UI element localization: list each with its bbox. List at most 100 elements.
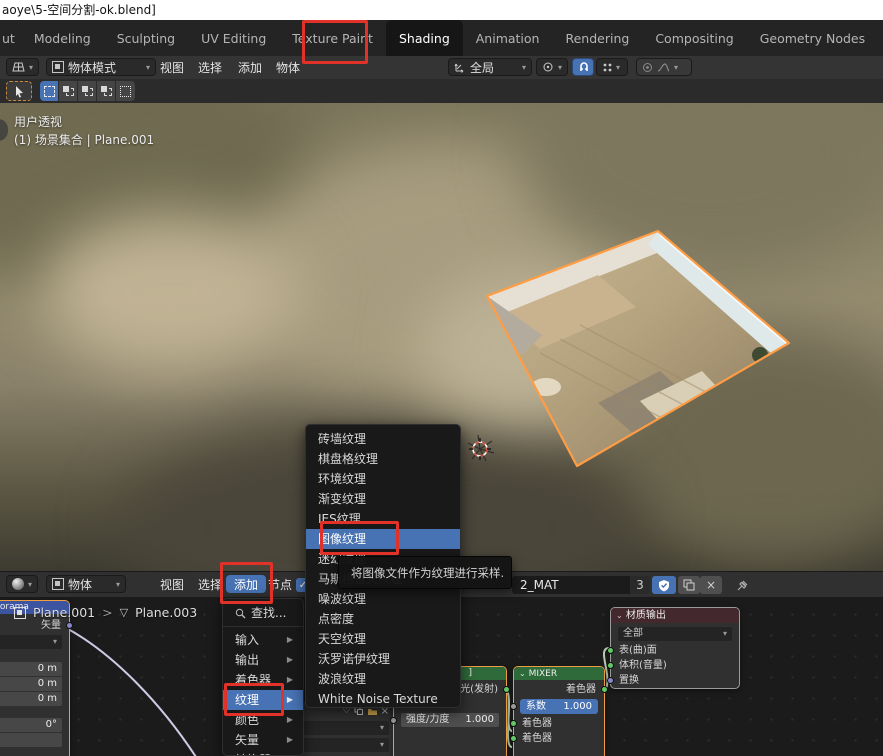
- menu-item-output[interactable]: 输出▶: [223, 650, 303, 670]
- tab-shading[interactable]: Shading: [386, 20, 463, 56]
- menu-item-image-texture[interactable]: 图像纹理: [306, 529, 460, 549]
- material-users-count[interactable]: 3: [630, 576, 650, 594]
- location-z-field[interactable]: 0 m: [0, 692, 62, 706]
- material-name-field[interactable]: 2_MAT: [512, 576, 630, 594]
- menu-item-gradient-texture[interactable]: 渐变纹理: [306, 489, 460, 509]
- unlink-material-button[interactable]: ×: [700, 576, 722, 594]
- menu-item-ies-texture[interactable]: IES纹理: [306, 509, 460, 529]
- menu-item-converter[interactable]: 转换器▶: [223, 750, 303, 756]
- shading-sphere-icon: [12, 578, 24, 590]
- fac-slider[interactable]: 系数1.000: [520, 699, 598, 714]
- proportional-edit-icon: [642, 62, 653, 73]
- chevron-down-icon: ▾: [558, 63, 562, 72]
- snap-settings-dropdown[interactable]: ▾: [596, 58, 628, 76]
- snap-toggle-button[interactable]: [572, 58, 594, 76]
- menu-add[interactable]: 添加: [238, 56, 262, 79]
- fake-user-shield-button[interactable]: [652, 576, 676, 594]
- menu-item-noise-texture[interactable]: 噪波纹理: [306, 589, 460, 609]
- tweak-tool-button[interactable]: [6, 81, 32, 101]
- menu-item-voronoi-texture[interactable]: 沃罗诺伊纹理: [306, 649, 460, 669]
- image-texture-node-partial[interactable]: g ♡ × ▾ ▾: [293, 701, 394, 756]
- vector-output-socket[interactable]: [66, 622, 73, 629]
- shader-input-socket[interactable]: [510, 720, 517, 727]
- menu-item-environment-texture[interactable]: 环境纹理: [306, 469, 460, 489]
- editor-type-dropdown-shader[interactable]: ▾: [6, 575, 38, 593]
- tab-compositing[interactable]: Compositing: [642, 20, 746, 56]
- submenu-arrow-icon: ▶: [287, 710, 293, 730]
- menu-item-point-density[interactable]: 点密度: [306, 609, 460, 629]
- menu-item-checker-texture[interactable]: 棋盘格纹理: [306, 449, 460, 469]
- location-x-field[interactable]: 0 m: [0, 662, 62, 676]
- image-plane[interactable]: [480, 229, 792, 466]
- menu-item-search[interactable]: 查找...: [223, 603, 303, 623]
- menu-item-white-noise-texture[interactable]: White Noise Texture: [306, 689, 460, 709]
- select-mode-group: [40, 81, 135, 101]
- select-mode-extend-button[interactable]: [59, 81, 78, 101]
- tab-geometry-nodes[interactable]: Geometry Nodes: [747, 20, 878, 56]
- projection-dropdown[interactable]: ▾: [298, 738, 389, 752]
- tab-scripting[interactable]: Scripting: [878, 20, 883, 56]
- mapping-node[interactable]: Living Panorama 矢量 点▾ 0 m 0 m 0 m 0°: [0, 600, 70, 756]
- menu-item-wave-texture[interactable]: 波浪纹理: [306, 669, 460, 689]
- new-material-copy-button[interactable]: [678, 576, 700, 594]
- pivot-point-dropdown[interactable]: ▾: [536, 58, 568, 76]
- tab-rendering[interactable]: Rendering: [552, 20, 642, 56]
- shader-type-dropdown[interactable]: 物体 ▾: [46, 575, 126, 593]
- shader-menu-select[interactable]: 选择: [198, 572, 222, 597]
- select-mode-subtract-button[interactable]: [78, 81, 97, 101]
- interpolation-dropdown[interactable]: ▾: [298, 721, 389, 735]
- transform-orientation-dropdown[interactable]: 全局 ▾: [448, 58, 532, 76]
- strength-input-socket[interactable]: [390, 717, 397, 724]
- orientation-label: 全局: [470, 59, 494, 76]
- material-output-header[interactable]: ⌄ 材质输出: [611, 608, 739, 623]
- mode-select-dropdown[interactable]: 物体模式 ▾: [46, 58, 156, 76]
- mixer-node-header[interactable]: ⌄ MIXER: [514, 667, 604, 680]
- menu-item-vector[interactable]: 矢量▶: [223, 730, 303, 750]
- pin-button[interactable]: [732, 576, 752, 594]
- shader-input-socket[interactable]: [510, 735, 517, 742]
- shader-menu-add[interactable]: 添加: [226, 575, 266, 593]
- emission-output-socket[interactable]: [503, 686, 510, 693]
- menu-item-brick-texture[interactable]: 砖墙纹理: [306, 429, 460, 449]
- menu-item-shader[interactable]: 着色器▶: [223, 670, 303, 690]
- tab-layout[interactable]: ut: [0, 20, 21, 56]
- close-icon: ×: [706, 578, 716, 592]
- tab-texture-paint[interactable]: Texture Paint: [279, 20, 386, 56]
- tab-animation[interactable]: Animation: [463, 20, 553, 56]
- material-output-node[interactable]: ⌄ 材质输出 全部▾ 表(曲)面 体积(音量) 置换: [610, 607, 740, 689]
- shader-output-socket[interactable]: [601, 686, 608, 693]
- fac-input-socket[interactable]: [510, 703, 517, 710]
- menu-item-color[interactable]: 颜色▶: [223, 710, 303, 730]
- tab-sculpting[interactable]: Sculpting: [104, 20, 188, 56]
- editor-type-dropdown[interactable]: ▾: [6, 58, 39, 76]
- shader-menu-node[interactable]: 节点: [268, 572, 292, 597]
- location-y-field[interactable]: 0 m: [0, 677, 62, 691]
- menu-item-sky-texture[interactable]: 天空纹理: [306, 629, 460, 649]
- displacement-input-socket[interactable]: [607, 677, 614, 684]
- mapping-type-dropdown[interactable]: 点▾: [0, 635, 62, 649]
- tab-uv-editing[interactable]: UV Editing: [188, 20, 279, 56]
- select-mode-invert-button[interactable]: [97, 81, 116, 101]
- menu-item-texture[interactable]: 纹理▶: [223, 690, 303, 710]
- menu-item-input[interactable]: 输入▶: [223, 630, 303, 650]
- select-mode-intersect-button[interactable]: [116, 81, 135, 101]
- menu-view[interactable]: 视图: [160, 56, 184, 79]
- submenu-arrow-icon: ▶: [287, 750, 293, 756]
- volume-input-row: 体积(音量): [611, 658, 739, 673]
- rotation-x-field[interactable]: 0°: [0, 718, 62, 732]
- select-mode-set-button[interactable]: [40, 81, 59, 101]
- shader-menu-view[interactable]: 视图: [160, 572, 184, 597]
- chevron-down-icon: ▾: [29, 63, 33, 72]
- proportional-editing-group[interactable]: ▾: [636, 58, 692, 76]
- volume-input-socket[interactable]: [607, 662, 614, 669]
- chevron-down-icon: ▾: [616, 63, 620, 72]
- menu-select[interactable]: 选择: [198, 56, 222, 79]
- shader-type-label: 物体: [68, 576, 92, 593]
- menu-object[interactable]: 物体: [276, 56, 300, 79]
- surface-input-socket[interactable]: [607, 647, 614, 654]
- rotation-y-field[interactable]: [0, 733, 62, 747]
- emission-strength-field[interactable]: 强度/力度1.000: [401, 713, 499, 727]
- output-target-dropdown[interactable]: 全部▾: [618, 627, 732, 641]
- tab-modeling[interactable]: Modeling: [21, 20, 104, 56]
- mix-shader-node[interactable]: ⌄ MIXER 着色器 系数1.000 着色器 着色器: [513, 666, 605, 756]
